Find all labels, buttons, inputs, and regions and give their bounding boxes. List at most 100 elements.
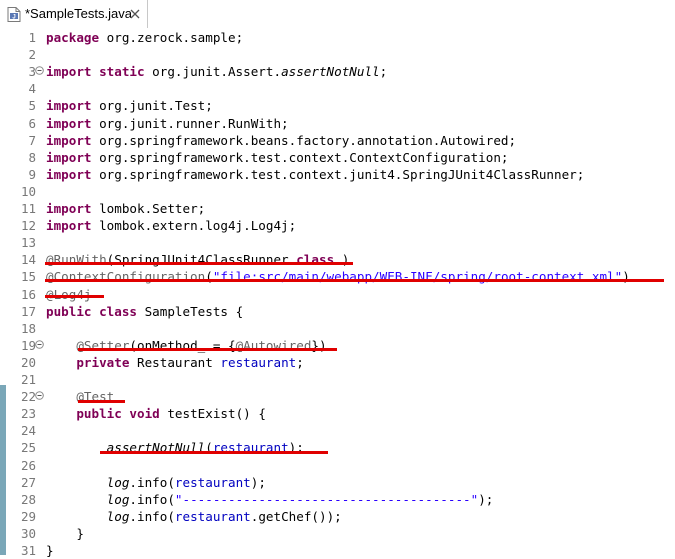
line-number: 1 bbox=[28, 30, 36, 45]
line-number: 15 bbox=[20, 269, 36, 285]
code-token: import bbox=[46, 132, 100, 148]
code-line[interactable]: 30 } bbox=[0, 525, 675, 542]
code-text: import org.springframework.beans.factory… bbox=[46, 132, 516, 149]
code-line[interactable]: 31} bbox=[0, 542, 675, 559]
code-token: restaurant bbox=[174, 508, 251, 524]
line-number: 28 bbox=[20, 491, 36, 507]
code-token: lombok.Setter; bbox=[99, 201, 206, 216]
code-line[interactable]: 9 import org.springframework.test.context… bbox=[0, 166, 675, 183]
fold-collapse-icon[interactable] bbox=[35, 66, 44, 75]
code-line[interactable]: 23 public void testExist() { bbox=[0, 405, 675, 422]
code-token: (SpringJUnit4ClassRunner. bbox=[106, 252, 297, 268]
code-token: class bbox=[296, 252, 342, 268]
line-number: 21 bbox=[20, 372, 36, 387]
code-text: @RunWith(SpringJUnit4ClassRunner.class ) bbox=[46, 251, 349, 268]
code-token: import bbox=[46, 218, 100, 234]
line-number: 19 bbox=[20, 337, 36, 353]
code-line[interactable]: 21 bbox=[0, 371, 675, 388]
code-line[interactable]: 11 import lombok.Setter; bbox=[0, 200, 675, 217]
code-line[interactable]: 19 @Setter(onMethod_ = {@Autowired}) bbox=[0, 337, 675, 354]
line-number: 26 bbox=[20, 457, 36, 473]
editor-tab[interactable]: J *SampleTests.java bbox=[0, 0, 148, 28]
code-token: "--------------------------------------" bbox=[174, 491, 479, 507]
line-number: 23 bbox=[20, 406, 36, 422]
code-token: .info( bbox=[129, 474, 175, 490]
code-line[interactable]: 27 log.info(restaurant); bbox=[0, 474, 675, 491]
code-token: org.springframework.test.context.Context… bbox=[99, 149, 509, 165]
code-token: public bbox=[46, 303, 100, 319]
code-text: import org.junit.Test; bbox=[46, 97, 213, 114]
highlight-underline bbox=[78, 348, 337, 351]
code-text: log.info(restaurant.getChef()); bbox=[46, 508, 342, 525]
code-line[interactable]: 24 bbox=[0, 422, 675, 439]
code-token: import bbox=[46, 149, 100, 165]
code-line[interactable]: 17 public class SampleTests { bbox=[0, 303, 675, 320]
code-text: public class SampleTests { bbox=[46, 303, 243, 320]
code-token: org.zerock.sample; bbox=[106, 30, 244, 45]
code-line[interactable]: 14 @RunWith(SpringJUnit4ClassRunner.class… bbox=[0, 251, 675, 268]
code-token: ) bbox=[622, 269, 630, 285]
line-number: 10 bbox=[20, 183, 36, 199]
close-icon[interactable] bbox=[130, 9, 140, 19]
line-number: 11 bbox=[20, 201, 36, 216]
code-line[interactable]: 13 bbox=[0, 234, 675, 251]
code-token: assertNotNull bbox=[281, 64, 380, 80]
code-token: import bbox=[46, 201, 100, 216]
code-text: log.info(restaurant); bbox=[46, 474, 266, 491]
line-number: 25 bbox=[20, 440, 36, 456]
line-number: 31 bbox=[20, 543, 36, 558]
code-text: import static org.junit.Assert.assertNot… bbox=[46, 63, 387, 80]
code-token: org.springframework.test.context.junit4.… bbox=[99, 166, 585, 182]
code-line[interactable]: 15 @ContextConfiguration("file:src/main/w… bbox=[0, 268, 675, 285]
code-line[interactable]: 18 bbox=[0, 320, 675, 337]
code-token: log bbox=[106, 508, 130, 524]
code-token: org.junit.Test; bbox=[99, 98, 213, 114]
code-token: org.springframework.beans.factory.annota… bbox=[99, 132, 517, 148]
code-line[interactable]: 8 import org.springframework.test.context… bbox=[0, 149, 675, 166]
code-token: class bbox=[99, 303, 145, 319]
line-number: 17 bbox=[20, 303, 36, 319]
fold-collapse-icon[interactable] bbox=[35, 339, 44, 349]
code-token: restaurant bbox=[174, 474, 251, 490]
editor-tab-bar: J *SampleTests.java bbox=[0, 0, 675, 28]
code-token: ); bbox=[478, 491, 494, 507]
code-token: .info( bbox=[129, 491, 175, 507]
code-line[interactable]: 4 bbox=[0, 80, 675, 97]
code-text: log.info("------------------------------… bbox=[46, 491, 494, 508]
code-line[interactable]: 28 log.info("---------------------------… bbox=[0, 491, 675, 508]
code-line[interactable]: 10 bbox=[0, 183, 675, 200]
code-line[interactable]: 3 import static org.junit.Assert.assertNo… bbox=[0, 63, 675, 80]
code-text: public void testExist() { bbox=[46, 405, 266, 422]
code-line[interactable]: 29 log.info(restaurant.getChef()); bbox=[0, 508, 675, 525]
code-line[interactable]: 16 @Log4j bbox=[0, 286, 675, 303]
code-text: import lombok.extern.log4j.Log4j; bbox=[46, 217, 296, 234]
highlight-underline bbox=[45, 262, 353, 265]
code-token: @ContextConfiguration bbox=[46, 269, 206, 285]
code-token: ; bbox=[379, 64, 388, 80]
highlight-underline bbox=[45, 295, 104, 298]
fold-collapse-icon[interactable] bbox=[35, 391, 44, 400]
code-editor[interactable]: 1 package org.zerock.sample; 2 3 import stat… bbox=[0, 29, 675, 559]
code-line[interactable]: 2 bbox=[0, 46, 675, 63]
code-line[interactable]: 20 private Restaurant restaurant; bbox=[0, 354, 675, 371]
line-number: 8 bbox=[28, 149, 36, 165]
code-line[interactable]: 6 import org.junit.runner.RunWith; bbox=[0, 115, 675, 132]
code-token: package bbox=[46, 30, 107, 45]
line-number: 20 bbox=[20, 354, 36, 370]
code-line[interactable]: 7 import org.springframework.beans.factor… bbox=[0, 132, 675, 149]
svg-text:J: J bbox=[12, 14, 15, 20]
code-token: import bbox=[46, 98, 100, 114]
code-line[interactable]: 12 import lombok.extern.log4j.Log4j; bbox=[0, 217, 675, 234]
code-line[interactable]: 5 import org.junit.Test; bbox=[0, 97, 675, 114]
code-token: } bbox=[46, 525, 84, 541]
code-token: ); bbox=[250, 474, 266, 490]
code-line[interactable]: 26 bbox=[0, 457, 675, 474]
code-token: Restaurant bbox=[137, 354, 221, 370]
code-line[interactable]: 1 package org.zerock.sample; bbox=[0, 29, 675, 46]
